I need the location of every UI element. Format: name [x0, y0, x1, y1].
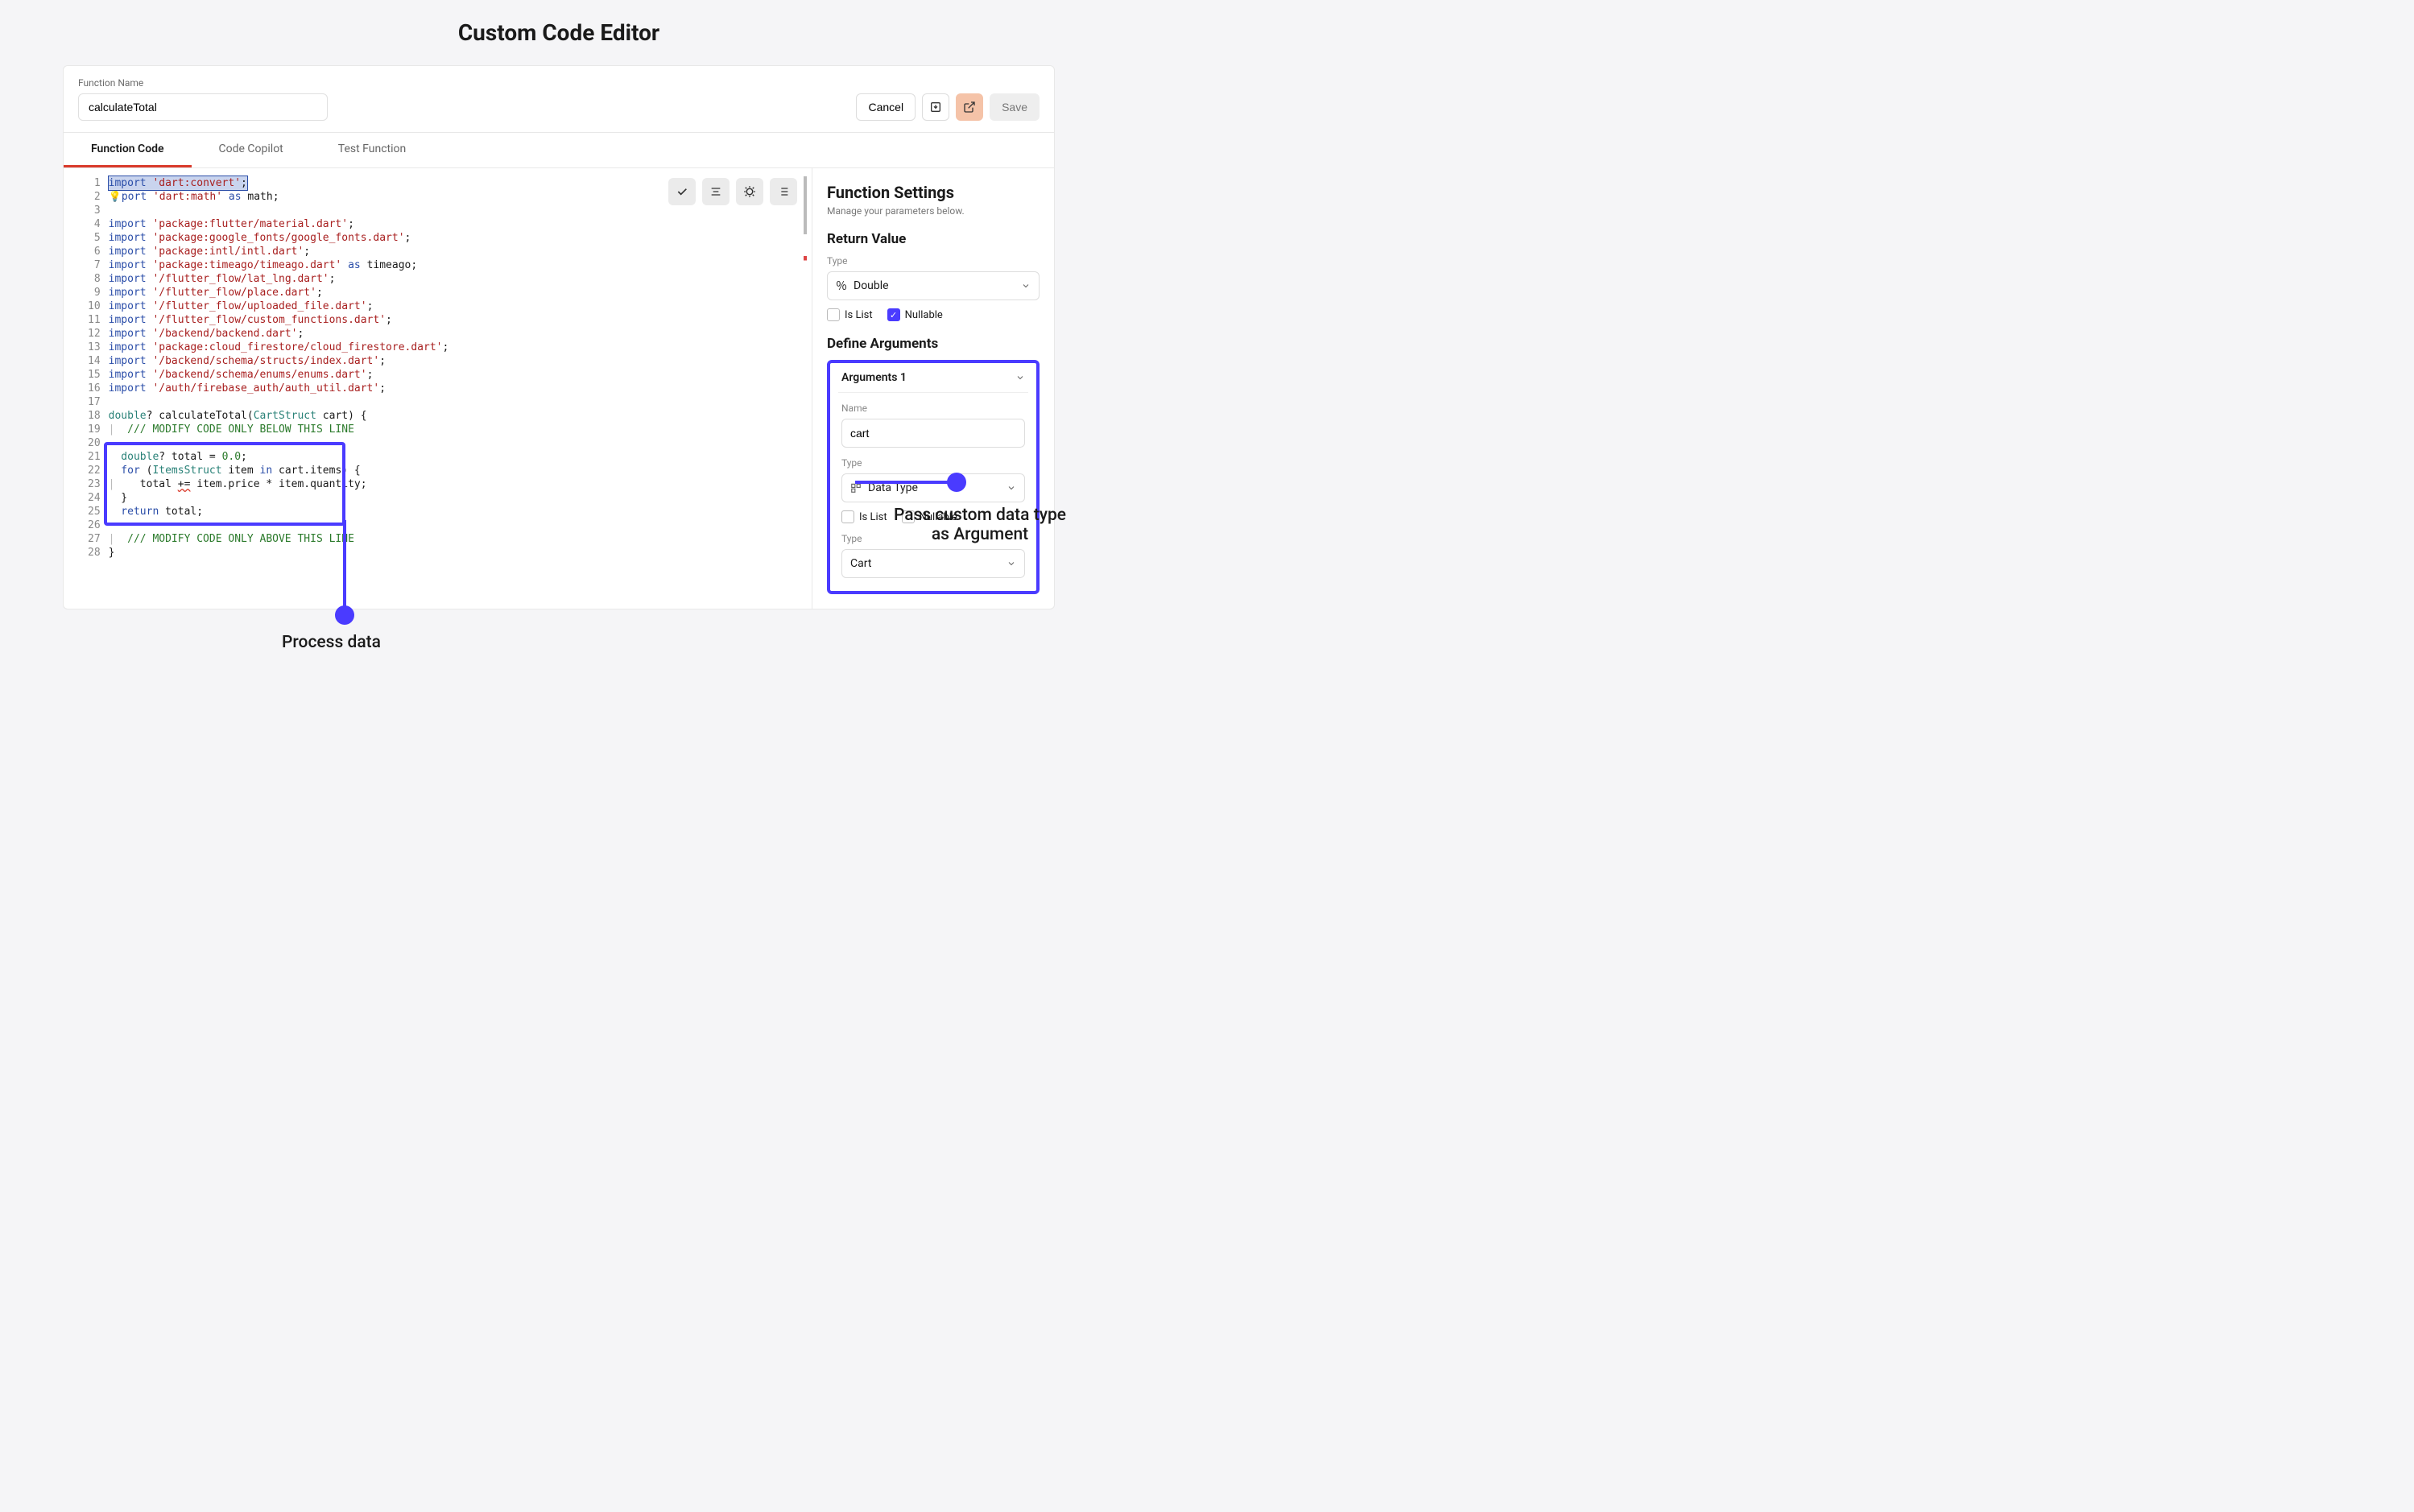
external-link-icon	[963, 101, 976, 114]
is-list-checkbox[interactable]: Is List	[827, 308, 873, 321]
annotation-pass-data-type: Pass custom data typeas Argument	[879, 506, 1081, 544]
open-external-button[interactable]	[956, 93, 983, 121]
return-type-label: Type	[827, 255, 1040, 266]
page-title: Custom Code Editor	[0, 0, 1118, 65]
function-name-input[interactable]	[78, 93, 328, 121]
bug-icon	[742, 184, 757, 199]
code-editor-column: 1234567891011121314151617181920212223242…	[64, 168, 812, 609]
lightbulb-icon[interactable]: 💡	[109, 191, 122, 203]
return-value-heading: Return Value	[827, 231, 1040, 247]
minimap[interactable]	[804, 176, 807, 321]
arg-name-label: Name	[841, 403, 1025, 414]
settings-title: Function Settings	[827, 183, 1040, 202]
save-button[interactable]: Save	[990, 93, 1040, 121]
editor-header: Function Name Cancel Save	[64, 66, 1054, 133]
download-code-button[interactable]	[922, 93, 949, 121]
align-center-icon	[709, 185, 722, 198]
code-toolbar	[668, 178, 797, 205]
tab-function-code[interactable]: Function Code	[64, 133, 192, 167]
cancel-button[interactable]: Cancel	[856, 93, 916, 121]
annotation-dot-left	[335, 605, 354, 625]
annotation-line-left	[343, 520, 346, 609]
function-name-label: Function Name	[78, 77, 328, 89]
chevron-down-icon	[1007, 559, 1016, 568]
argument-header[interactable]: Arguments 1	[838, 371, 1028, 393]
annotation-line-right	[855, 481, 950, 484]
debug-button[interactable]	[736, 178, 763, 205]
tab-code-copilot[interactable]: Code Copilot	[192, 133, 311, 167]
settings-subtitle: Manage your parameters below.	[827, 205, 1040, 217]
annotation-process-data: Process data	[282, 633, 381, 652]
nullable-checkbox[interactable]: ✓Nullable	[887, 308, 943, 321]
download-icon	[929, 101, 942, 114]
line-gutter: 1234567891011121314151617181920212223242…	[64, 176, 109, 560]
annotation-dot-right	[947, 473, 966, 492]
return-type-select[interactable]: ％Double	[827, 271, 1040, 300]
chevron-down-icon	[1015, 373, 1025, 382]
percent-icon: ％	[836, 278, 847, 294]
format-button[interactable]	[702, 178, 730, 205]
chevron-down-icon	[1021, 281, 1031, 291]
define-arguments-heading: Define Arguments	[827, 336, 1040, 352]
tabs: Function Code Code Copilot Test Function	[64, 133, 1054, 168]
validate-button[interactable]	[668, 178, 696, 205]
chevron-down-icon	[1007, 483, 1016, 493]
list-icon	[777, 185, 790, 198]
arg-struct-select[interactable]: Cart	[841, 549, 1025, 578]
check-icon	[676, 185, 688, 198]
arguments-highlight-box: Arguments 1 Name Type Data Type Is List …	[827, 360, 1040, 594]
arg-name-input[interactable]	[841, 419, 1025, 448]
code-lines[interactable]: import 'dart:convert'; 💡port 'dart:math'…	[109, 176, 462, 560]
tab-test-function[interactable]: Test Function	[311, 133, 433, 167]
list-button[interactable]	[770, 178, 797, 205]
arg-type-label: Type	[841, 457, 1025, 469]
data-type-icon	[850, 482, 862, 494]
arg-type-select[interactable]: Data Type	[841, 473, 1025, 502]
code-area[interactable]: 1234567891011121314151617181920212223242…	[64, 168, 812, 568]
